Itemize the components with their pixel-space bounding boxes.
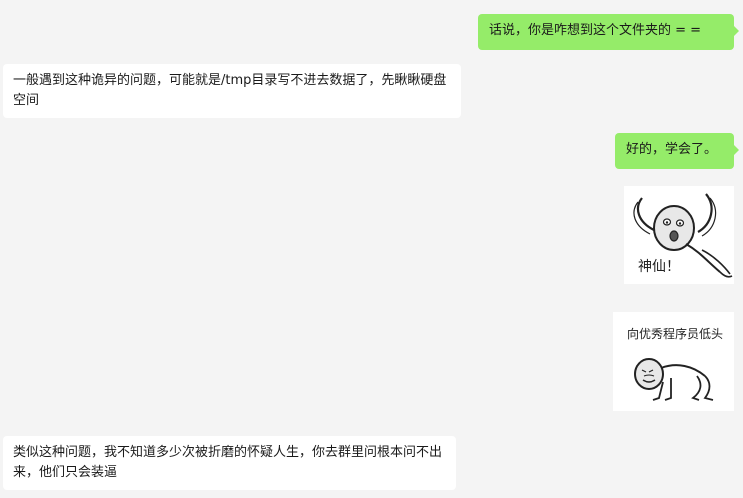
message-text: 一般遇到这种诡异的问题，可能就是/tmp目录写不进去数据了，先瞅瞅硬盘空间 xyxy=(13,73,447,108)
message-text: 话说，你是咋想到这个文件夹的 = = xyxy=(489,23,702,38)
message-bubble-outgoing[interactable]: 话说，你是咋想到这个文件夹的 = = xyxy=(478,14,739,50)
message-bubble-incoming[interactable]: 一般遇到这种诡异的问题，可能就是/tmp目录写不进去数据了，先瞅瞅硬盘空间 xyxy=(3,64,461,118)
shocked-meme-sticker[interactable]: 神仙！ xyxy=(624,186,734,284)
chat-window: 话说，你是咋想到这个文件夹的 = = 一般遇到这种诡异的问题，可能就是/tmp目… xyxy=(0,0,743,498)
sticker-caption: 神仙！ xyxy=(638,259,680,275)
kneeling-figure-illustration xyxy=(634,358,714,401)
message-bubble-incoming[interactable]: 类似这种问题，我不知道多少次被折磨的怀疑人生，你去群里问根本问不出来，他们只会装… xyxy=(3,436,456,490)
message-text: 类似这种问题，我不知道多少次被折磨的怀疑人生，你去群里问根本问不出来，他们只会装… xyxy=(13,445,443,480)
kneeling-meme-sticker[interactable]: 向优秀程序员低头 xyxy=(613,312,734,411)
message-text: 好的，学会了。 xyxy=(626,142,718,157)
message-bubble-outgoing[interactable]: 好的，学会了。 xyxy=(615,133,739,169)
